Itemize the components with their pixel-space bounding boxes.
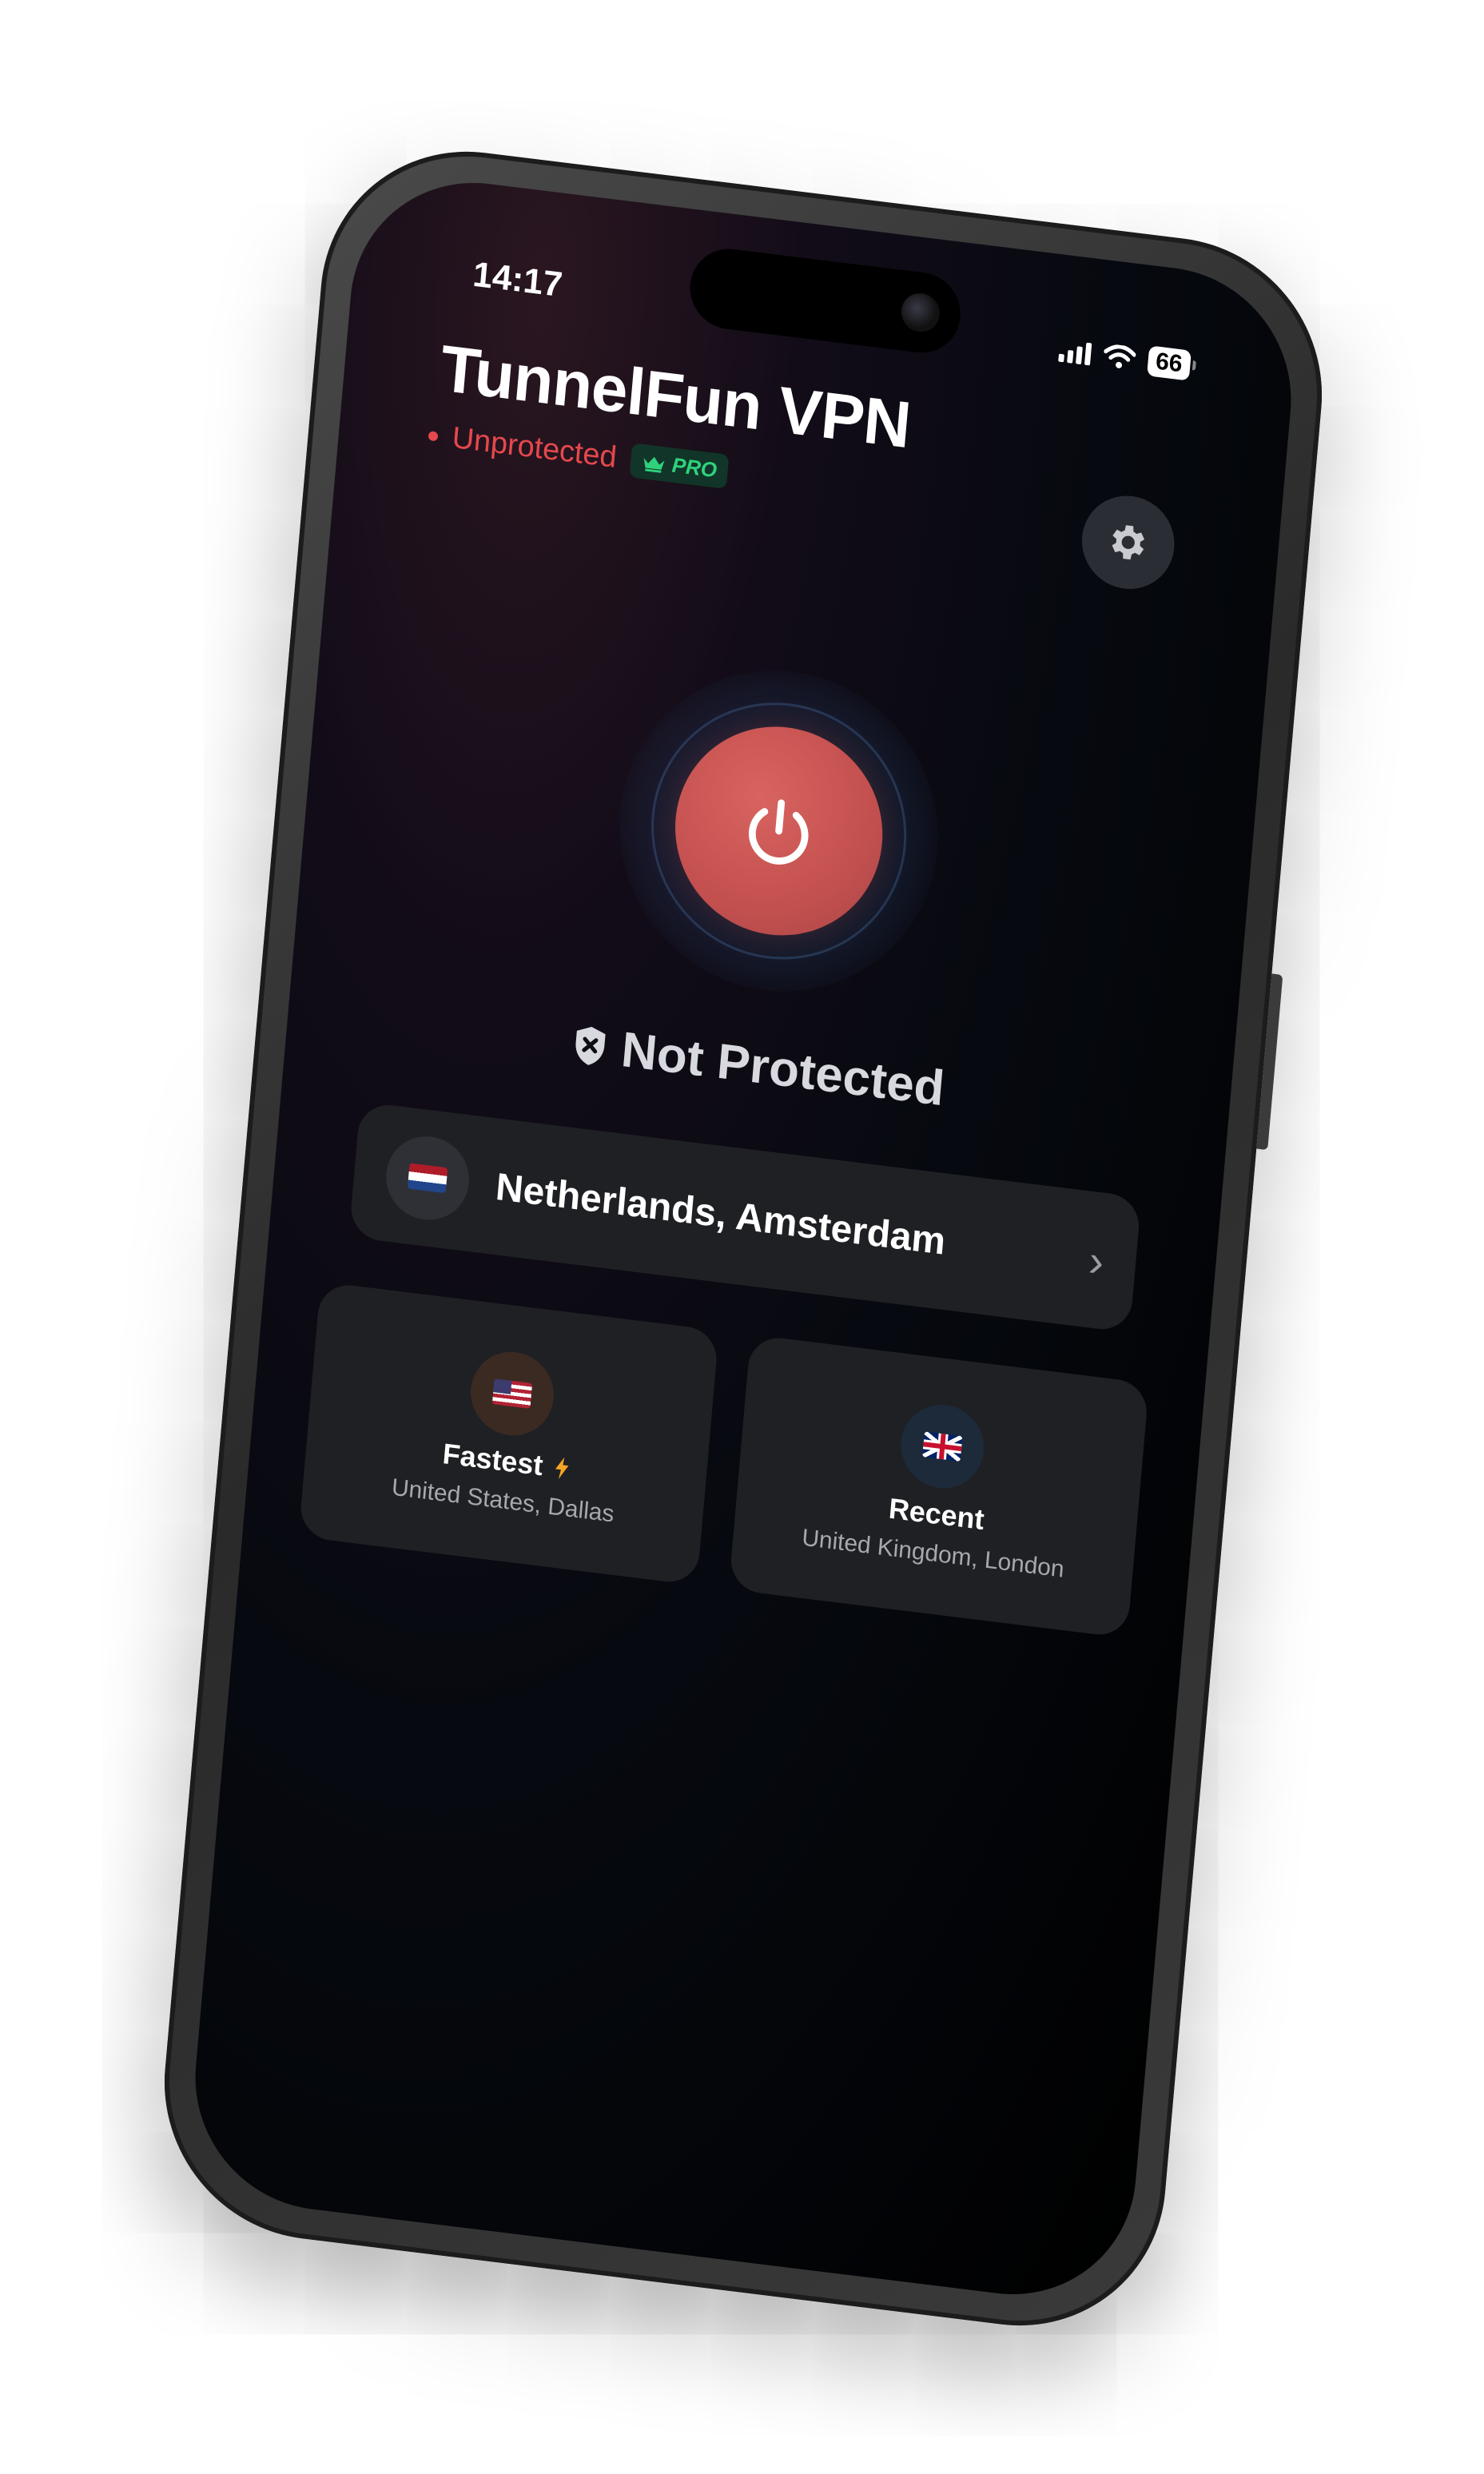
quick-pick-subtitle: United Kingdom, London — [801, 1524, 1065, 1583]
app-screen: 14:17 66 TunnelFun VPN Unprotected PRO N… — [185, 168, 1302, 2309]
camera-icon — [899, 291, 941, 334]
netherlands-flag-icon — [407, 1163, 448, 1194]
recent-flag-circle — [897, 1400, 988, 1494]
connection-state-label: Not Protected — [619, 1021, 947, 1117]
pro-badge-label: PRO — [670, 452, 718, 483]
protection-status-label: Unprotected — [451, 420, 619, 475]
phone-frame: 14:17 66 TunnelFun VPN Unprotected PRO N… — [152, 134, 1335, 2343]
crown-icon — [643, 456, 665, 473]
location-name: Netherlands, Amsterdam — [494, 1165, 948, 1263]
battery-indicator: 66 — [1146, 345, 1192, 381]
united-kingdom-flag-icon — [922, 1431, 963, 1462]
power-button-glow — [606, 652, 952, 1010]
cellular-signal-icon — [1057, 338, 1092, 366]
lightning-icon — [555, 1457, 569, 1479]
gear-icon — [1112, 525, 1144, 560]
quick-pick-title-label: Fastest — [441, 1437, 545, 1482]
status-dot-icon — [428, 430, 439, 442]
dynamic-island — [686, 244, 964, 358]
location-selector[interactable]: Netherlands, Amsterdam › — [348, 1101, 1142, 1333]
pro-badge[interactable]: PRO — [629, 443, 730, 490]
side-button — [1256, 973, 1283, 1151]
quick-pick-title: Recent — [887, 1491, 986, 1537]
chevron-right-icon: › — [1086, 1234, 1107, 1287]
power-icon — [748, 799, 809, 865]
status-time: 14:17 — [471, 254, 564, 305]
quick-pick-subtitle: United States, Dallas — [390, 1474, 615, 1528]
settings-button[interactable] — [1078, 490, 1179, 595]
united-states-flag-icon — [491, 1378, 533, 1409]
wifi-icon — [1103, 344, 1136, 368]
location-flag-circle — [382, 1132, 473, 1225]
fastest-flag-circle — [467, 1346, 558, 1441]
quick-pick-fastest[interactable]: Fastest United States, Dallas — [298, 1281, 719, 1585]
shield-x-icon — [575, 1026, 606, 1065]
quick-picks: Fastest United States, Dallas Recent Uni — [298, 1281, 1150, 1638]
quick-pick-title: Fastest — [441, 1437, 571, 1486]
quick-pick-title-label: Recent — [887, 1491, 986, 1537]
status-icons: 66 — [1057, 335, 1192, 381]
quick-pick-recent[interactable]: Recent United Kingdom, London — [728, 1334, 1150, 1638]
marketing-stage: 14:17 66 TunnelFun VPN Unprotected PRO N… — [0, 0, 1484, 2474]
